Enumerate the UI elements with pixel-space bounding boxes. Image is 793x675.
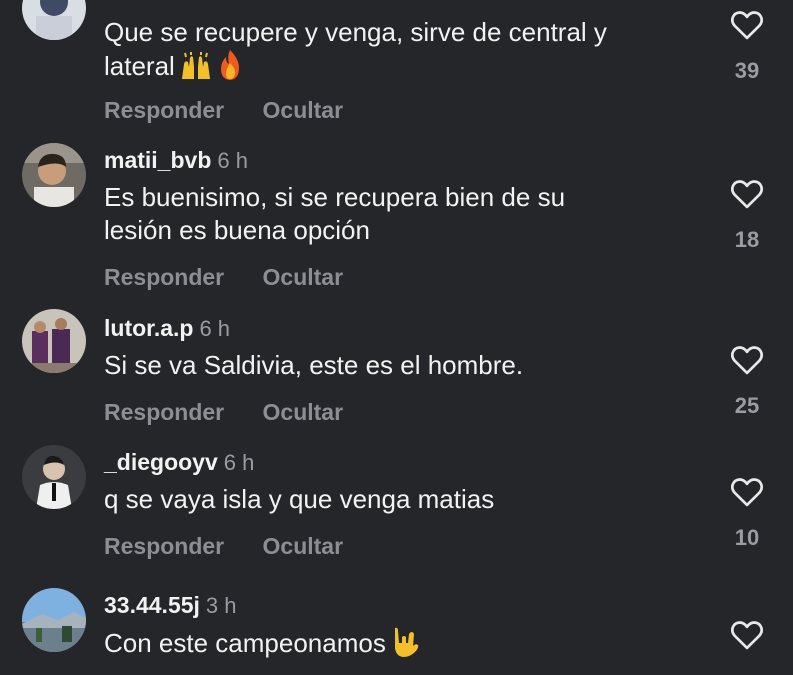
comment-header: 33.44.55j 3 h [104, 592, 237, 619]
like-control: 39 [729, 10, 765, 84]
comment-text: Es buenisimo, si se recupera bien de su … [104, 182, 566, 245]
hide-button[interactable]: Ocultar [263, 264, 344, 291]
hide-button[interactable]: Ocultar [263, 399, 344, 426]
timestamp: 6 h [223, 450, 255, 475]
timestamp: 6 h [217, 148, 248, 173]
timestamp: 6 h [199, 316, 231, 341]
like-count: 39 [734, 58, 760, 83]
avatar-image [22, 309, 86, 373]
comment-text: Con este campeonamos [104, 626, 694, 666]
reply-button[interactable]: Responder [104, 533, 224, 560]
avatar[interactable] [22, 588, 86, 652]
like-count: 10 [734, 525, 760, 550]
avatar[interactable] [22, 0, 86, 40]
reply-button[interactable]: Responder [104, 97, 224, 124]
comment-text: Si se va Saldivia, este es el hombre. [104, 350, 524, 380]
like-control: 18 [729, 179, 765, 253]
comment-actions: Responder Ocultar [104, 399, 343, 426]
comment-header: lutor.a.p 6 h [104, 315, 230, 342]
comments-screen: Que se recupere y venga, sirve de centra… [0, 0, 793, 675]
username[interactable]: 33.44.55j [104, 592, 200, 618]
fire-emoji [217, 49, 243, 89]
hide-button[interactable]: Ocultar [263, 97, 344, 124]
like-control [729, 620, 765, 650]
rock-hand-emoji [390, 626, 420, 666]
avatar[interactable] [22, 309, 86, 373]
avatar-image [22, 445, 86, 509]
heart-outline-icon[interactable] [730, 345, 764, 375]
comment-text: q se vaya isla y que venga matias [104, 484, 495, 514]
reply-button[interactable]: Responder [104, 264, 224, 291]
reply-button[interactable]: Responder [104, 399, 224, 426]
raising-hands-emoji [179, 51, 213, 89]
comment-header: matii_bvb 6 h [104, 147, 248, 174]
avatar[interactable] [22, 445, 86, 509]
hide-button[interactable]: Ocultar [263, 533, 344, 560]
heart-outline-icon[interactable] [730, 477, 764, 507]
heart-outline-icon[interactable] [730, 10, 764, 40]
like-count: 25 [734, 393, 760, 418]
avatar-image [22, 143, 86, 207]
avatar-image [22, 588, 86, 652]
avatar-image [22, 0, 86, 40]
username[interactable]: lutor.a.p [104, 315, 193, 341]
timestamp: 3 h [205, 593, 237, 618]
username[interactable]: matii_bvb [104, 147, 211, 173]
heart-outline-icon[interactable] [730, 179, 764, 209]
avatar[interactable] [22, 143, 86, 207]
comment-text: Que se recupere y venga, sirve de centra… [104, 16, 694, 89]
comment-actions: Responder Ocultar [104, 97, 343, 124]
heart-outline-icon[interactable] [730, 620, 764, 650]
like-count: 18 [734, 227, 760, 252]
comment-actions: Responder Ocultar [104, 533, 343, 560]
comment-header: _diegooyv 6 h [104, 449, 254, 476]
like-control: 10 [729, 477, 765, 551]
comment-actions: Responder Ocultar [104, 264, 343, 291]
like-control: 25 [729, 345, 765, 419]
username[interactable]: _diegooyv [104, 449, 218, 475]
